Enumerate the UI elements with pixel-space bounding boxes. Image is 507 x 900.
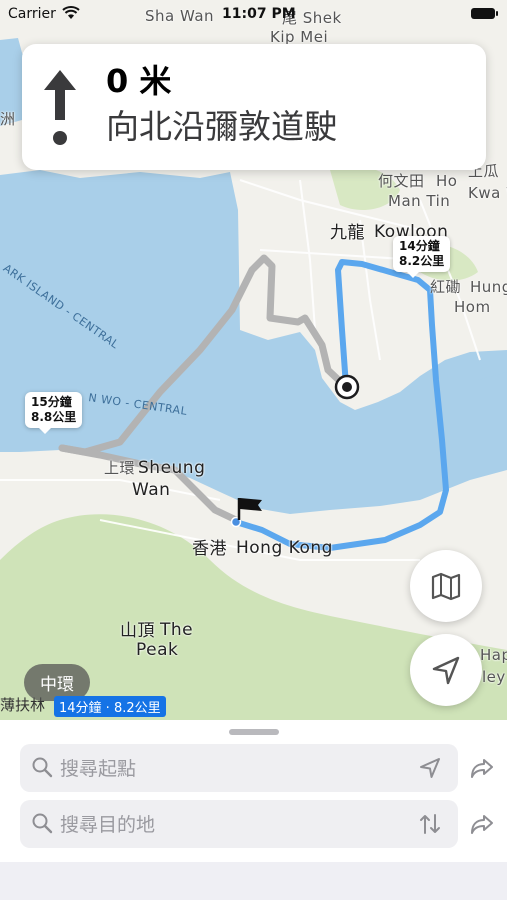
map-label-the: The (160, 620, 194, 640)
map-label-kwa-wan: Kwa W (468, 184, 507, 202)
clock: 11:07 PM (222, 6, 296, 22)
map-label-hung: Hung (470, 278, 507, 296)
swap-icon[interactable] (418, 812, 442, 836)
map-label-ho: Ho (436, 172, 458, 190)
alt-route-bubble[interactable]: 15分鐘 8.8公里 (25, 392, 83, 434)
map-label-peak: Peak (136, 640, 179, 660)
bottom-area (0, 862, 507, 900)
straight-arrow-icon (44, 70, 76, 145)
map-label-ley: ley (482, 668, 506, 686)
main-route-time: 14分鐘 (399, 239, 440, 253)
battery-icon (471, 8, 498, 19)
map-label-zhou: 洲 (0, 110, 16, 128)
status-bar: Carrier 11:07 PM (0, 0, 507, 30)
map-label-hong-kong: Hong Kong (236, 538, 333, 558)
map-label-man-tin: Man Tin (388, 192, 451, 210)
share-start-icon[interactable] (468, 754, 496, 782)
wifi-icon (62, 6, 80, 24)
start-search-field[interactable] (20, 744, 458, 792)
map-label-hong-kong-cn: 香港 (192, 539, 227, 559)
map-label-sheung: Sheung (138, 458, 206, 478)
map-label-hom: Hom (454, 298, 491, 316)
map-icon (431, 572, 461, 601)
location-arrow-icon (432, 656, 460, 685)
locate-me-button[interactable] (410, 634, 482, 706)
navigation-banner[interactable]: 0 米 向北沿彌敦道駛 (22, 44, 486, 170)
current-location-icon[interactable] (418, 756, 442, 780)
alt-route-time: 15分鐘 (31, 395, 72, 409)
maneuver-distance: 0 米 (106, 62, 172, 100)
maneuver-instruction: 向北沿彌敦道駛 (106, 107, 337, 146)
alt-route-distance: 8.8公里 (31, 410, 77, 424)
start-search-input[interactable] (58, 752, 422, 786)
main-route-bubble[interactable]: 14分鐘 8.2公里 (393, 236, 451, 278)
search-icon (32, 813, 53, 834)
share-destination-icon[interactable] (468, 810, 496, 838)
map-label-man-tin-cn: 何文田 (378, 172, 425, 190)
map-label-hap: Hap (480, 646, 507, 664)
map-label-kowloon-cn: 九龍 (330, 223, 365, 243)
main-route-distance: 8.2公里 (399, 254, 445, 268)
map-label-hung-hom-cn: 紅磡 (430, 278, 462, 296)
destination-search-input[interactable] (58, 808, 422, 842)
eta-summary: 14分鐘 · 8.2公里 (54, 696, 166, 717)
map-label-wan: Wan (132, 480, 171, 500)
destination-search-field[interactable] (20, 800, 458, 848)
search-icon (32, 757, 53, 778)
current-location-marker[interactable] (334, 374, 360, 400)
map-label-sheung-cn: 上環 (104, 459, 136, 477)
map-mode-button[interactable] (410, 550, 482, 622)
sheet-handle[interactable] (229, 729, 279, 735)
carrier-label: Carrier (8, 6, 56, 22)
map-label-the-peak-cn: 山頂 (120, 621, 155, 641)
